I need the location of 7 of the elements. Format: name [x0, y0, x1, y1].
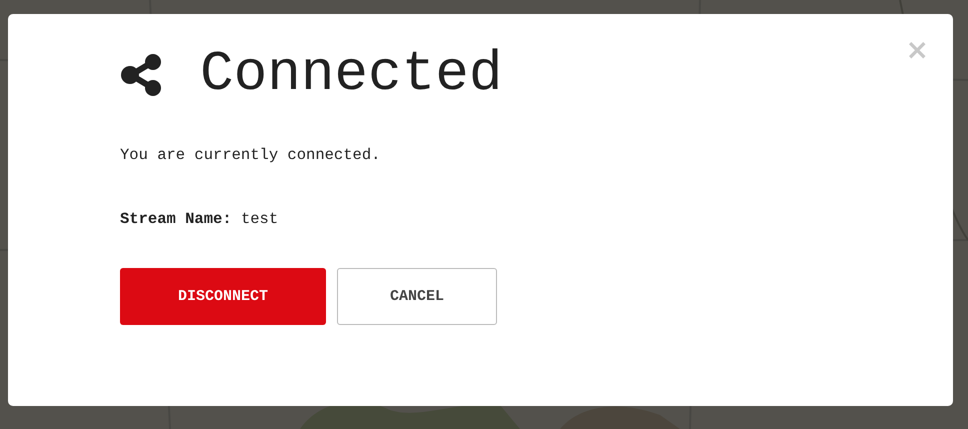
cancel-button[interactable]: CANCEL — [337, 268, 497, 325]
disconnect-button[interactable]: DISCONNECT — [120, 268, 326, 325]
field-label: Stream Name: — [120, 210, 232, 228]
stream-name: test — [240, 210, 278, 228]
status-message: You are currently connected. — [120, 146, 382, 164]
share-icon — [120, 52, 164, 97]
dialog-title: Connected — [200, 44, 502, 106]
